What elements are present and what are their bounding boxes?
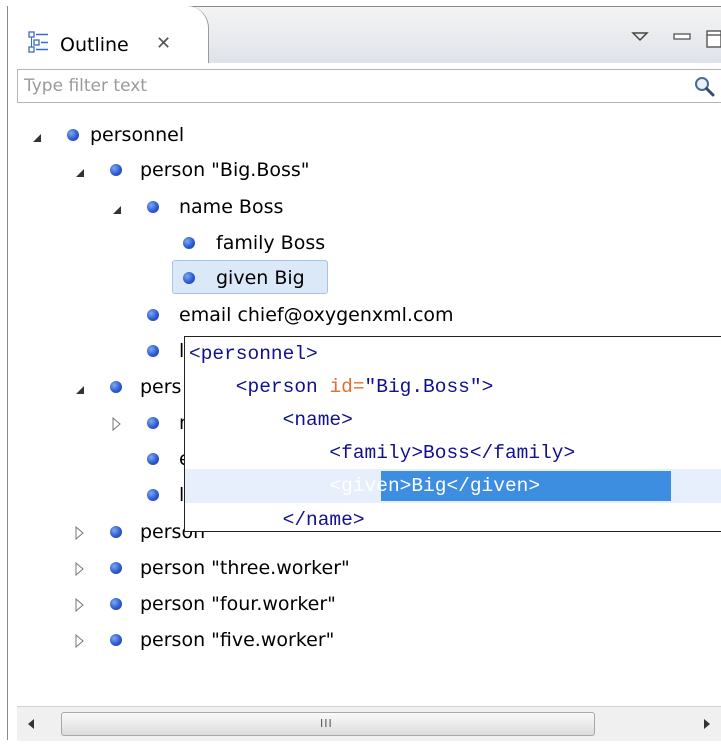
scroll-left-icon[interactable] bbox=[17, 707, 45, 741]
minimize-icon[interactable] bbox=[672, 29, 692, 49]
code-line: <given>Big</given> bbox=[189, 471, 540, 503]
node-label: person "four.worker" bbox=[140, 593, 336, 615]
element-icon bbox=[110, 526, 122, 538]
element-icon bbox=[147, 489, 159, 501]
code-line: <personnel> bbox=[189, 343, 318, 365]
code-selected-text: <given>Big</given> bbox=[329, 475, 541, 497]
element-icon bbox=[183, 272, 195, 284]
grip-icon: III bbox=[320, 717, 333, 730]
expand-arrow-icon[interactable] bbox=[110, 408, 124, 440]
outline-view: Outline ✕ personnel person "Big.Boss" na… bbox=[0, 0, 721, 741]
code-attribute: id= bbox=[329, 376, 365, 398]
node-label: given Big bbox=[216, 267, 305, 289]
collapse-arrow-icon[interactable] bbox=[110, 192, 124, 224]
expand-arrow-icon[interactable] bbox=[73, 625, 87, 657]
view-menu-icon[interactable] bbox=[630, 29, 650, 49]
code-tag: <person bbox=[189, 376, 330, 398]
element-icon bbox=[147, 453, 159, 465]
node-label: person "three.worker" bbox=[140, 557, 350, 579]
element-icon bbox=[110, 598, 122, 610]
filter-box bbox=[17, 69, 721, 103]
node-label: person "Big.Boss" bbox=[140, 159, 310, 181]
close-icon[interactable]: ✕ bbox=[156, 33, 171, 54]
element-icon bbox=[147, 309, 159, 321]
horizontal-scrollbar[interactable]: III bbox=[17, 706, 721, 741]
element-icon bbox=[110, 381, 122, 393]
expand-arrow-icon[interactable] bbox=[73, 517, 87, 549]
element-icon bbox=[147, 345, 159, 357]
element-icon bbox=[110, 634, 122, 646]
maximize-icon[interactable] bbox=[704, 29, 721, 53]
expand-arrow-icon[interactable] bbox=[73, 589, 87, 621]
element-icon bbox=[147, 417, 159, 429]
node-label: family Boss bbox=[216, 232, 326, 254]
code-line: <name> bbox=[189, 409, 353, 431]
element-icon bbox=[110, 164, 122, 176]
node-label: email chief@oxygenxml.com bbox=[179, 304, 454, 326]
outline-icon bbox=[28, 31, 50, 53]
element-icon bbox=[183, 237, 195, 249]
scrollbar-thumb[interactable]: III bbox=[61, 712, 595, 736]
tab-title: Outline bbox=[60, 34, 129, 56]
collapse-arrow-icon[interactable] bbox=[30, 120, 44, 152]
element-icon bbox=[147, 201, 159, 213]
code-line: </name> bbox=[189, 509, 365, 531]
collapse-arrow-icon[interactable] bbox=[73, 372, 87, 404]
view-border bbox=[7, 6, 8, 740]
scroll-right-icon[interactable] bbox=[693, 707, 721, 741]
code-attribute-value: "Big.Boss"> bbox=[364, 376, 494, 398]
node-label: person "five.worker" bbox=[140, 629, 335, 651]
search-icon[interactable] bbox=[693, 75, 715, 101]
node-label: pers bbox=[140, 376, 182, 398]
collapse-arrow-icon[interactable] bbox=[73, 155, 87, 187]
expand-arrow-icon[interactable] bbox=[73, 553, 87, 585]
code-line: <family>Boss</family> bbox=[189, 442, 576, 464]
node-label: name Boss bbox=[179, 196, 284, 218]
tab-outline[interactable]: Outline ✕ bbox=[8, 6, 209, 63]
xml-preview-tooltip: <personnel> <person id="Big.Boss"> <name… bbox=[184, 336, 721, 532]
node-label: personnel bbox=[90, 124, 185, 146]
element-icon bbox=[110, 562, 122, 574]
filter-input[interactable] bbox=[24, 72, 664, 100]
element-icon bbox=[67, 129, 79, 141]
code-line: <person id="Big.Boss"> bbox=[189, 372, 493, 404]
